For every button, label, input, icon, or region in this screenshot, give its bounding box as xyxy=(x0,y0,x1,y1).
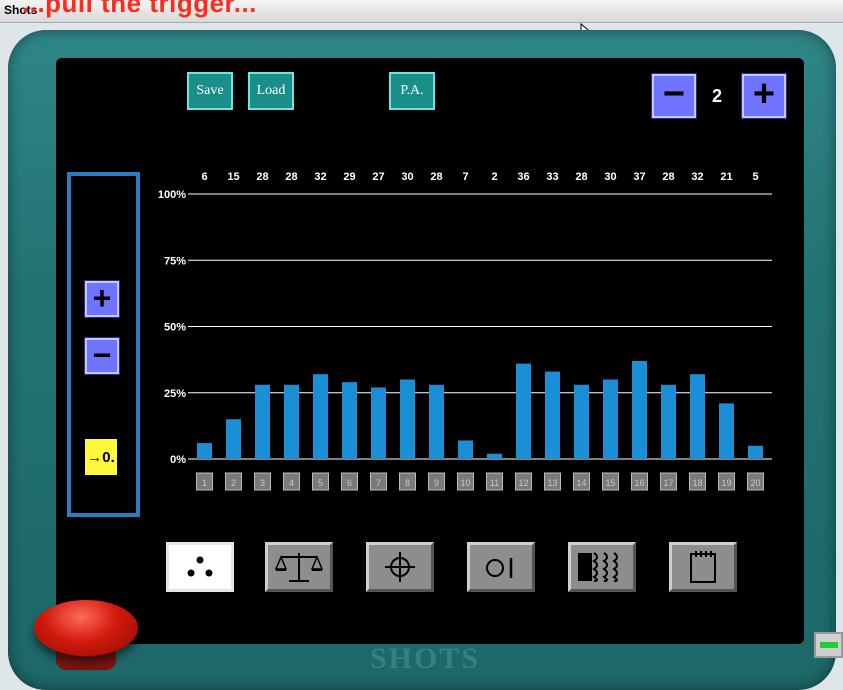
y-tick-label: 0% xyxy=(170,454,186,466)
bar-value-label: 28 xyxy=(256,171,268,183)
bar-value-label: 33 xyxy=(546,171,558,183)
x-tick-label: 9 xyxy=(434,478,439,488)
bar xyxy=(574,384,589,459)
bar-value-label: 32 xyxy=(691,171,703,183)
crosshair-icon xyxy=(385,552,415,582)
x-tick-label: 14 xyxy=(576,478,586,488)
bar xyxy=(197,443,212,459)
target-view-button[interactable] xyxy=(366,542,434,592)
x-tick-label: 10 xyxy=(460,478,470,488)
bar-value-label: 27 xyxy=(372,171,384,183)
y-tick-label: 100% xyxy=(158,189,186,201)
x-tick-label: 11 xyxy=(490,478,499,488)
bar xyxy=(661,384,676,459)
x-tick-label: 1 xyxy=(202,478,207,488)
status-led xyxy=(814,632,843,658)
bar-value-label: 15 xyxy=(227,171,239,183)
scale-plus-button[interactable]: + xyxy=(84,280,120,318)
x-tick-label: 13 xyxy=(547,478,557,488)
bar xyxy=(690,374,705,459)
x-tick-label: 2 xyxy=(231,478,236,488)
bar-value-label: 36 xyxy=(517,171,529,183)
x-tick-label: 17 xyxy=(663,478,673,488)
shots-logo: SHOTS xyxy=(370,642,481,675)
bar-value-label: 2 xyxy=(491,171,497,183)
x-tick-label: 6 xyxy=(347,478,352,488)
shots-pattern-icon xyxy=(578,552,618,582)
bar xyxy=(516,363,531,459)
x-tick-label: 16 xyxy=(634,478,644,488)
scale-minus-button[interactable]: − xyxy=(84,337,120,375)
pa-button[interactable]: P.A. xyxy=(389,72,435,110)
o-one-view-button[interactable] xyxy=(467,542,535,592)
decrease-count-button[interactable]: − xyxy=(651,73,697,119)
bar xyxy=(371,387,386,459)
shots-bar-chart: 100%75%50%25%0%6115228328432529627730828… xyxy=(158,171,772,491)
x-tick-label: 18 xyxy=(692,478,702,488)
bar-value-label: 7 xyxy=(462,171,468,183)
bar-value-label: 21 xyxy=(720,171,732,183)
overlay-caption: ...pull the trigger... xyxy=(22,0,257,18)
bar xyxy=(342,382,357,459)
red-trigger-button[interactable] xyxy=(34,600,138,656)
bar xyxy=(255,384,270,459)
bar xyxy=(545,371,560,459)
bar-value-label: 32 xyxy=(314,171,326,183)
balance-view-button[interactable] xyxy=(265,542,333,592)
bar-value-label: 6 xyxy=(201,171,207,183)
dots-view-button[interactable] xyxy=(166,542,234,592)
x-tick-label: 7 xyxy=(376,478,381,488)
bar-value-label: 30 xyxy=(401,171,413,183)
x-tick-label: 19 xyxy=(721,478,731,488)
bar-value-label: 37 xyxy=(633,171,645,183)
bar xyxy=(400,379,415,459)
y-tick-label: 25% xyxy=(164,388,186,400)
x-tick-label: 3 xyxy=(260,478,265,488)
bar xyxy=(313,374,328,459)
x-tick-label: 12 xyxy=(518,478,528,488)
y-tick-label: 50% xyxy=(164,322,186,334)
bar xyxy=(748,445,763,459)
x-tick-label: 4 xyxy=(289,478,294,488)
x-tick-label: 8 xyxy=(405,478,410,488)
bar-value-label: 28 xyxy=(430,171,442,183)
bar-value-label: 30 xyxy=(604,171,616,183)
x-tick-label: 5 xyxy=(318,478,323,488)
y-tick-label: 75% xyxy=(164,255,186,267)
increase-count-button[interactable]: + xyxy=(741,73,787,119)
bar xyxy=(226,419,241,459)
x-tick-label: 20 xyxy=(750,478,760,488)
balance-scale-icon xyxy=(274,553,324,582)
bar xyxy=(719,403,734,459)
notepad-icon xyxy=(690,551,716,583)
bar-value-label: 29 xyxy=(343,171,355,183)
bar-value-label: 28 xyxy=(285,171,297,183)
bar-value-label: 28 xyxy=(575,171,587,183)
bar-value-label: 28 xyxy=(662,171,674,183)
bar xyxy=(429,384,444,459)
reset-zero-button[interactable]: →0. xyxy=(83,437,119,477)
bar xyxy=(458,440,473,459)
save-button[interactable]: Save xyxy=(187,72,233,110)
bar xyxy=(603,379,618,459)
count-value: 2 xyxy=(712,86,723,106)
bar xyxy=(487,453,502,459)
notepad-view-button[interactable] xyxy=(669,542,737,592)
bar xyxy=(632,360,647,459)
bar xyxy=(284,384,299,459)
x-tick-label: 15 xyxy=(605,478,615,488)
dots-icon xyxy=(187,556,213,577)
o-one-icon xyxy=(486,558,513,578)
load-button[interactable]: Load xyxy=(248,72,294,110)
bar-value-label: 5 xyxy=(752,171,758,183)
pattern-view-button[interactable] xyxy=(568,542,636,592)
